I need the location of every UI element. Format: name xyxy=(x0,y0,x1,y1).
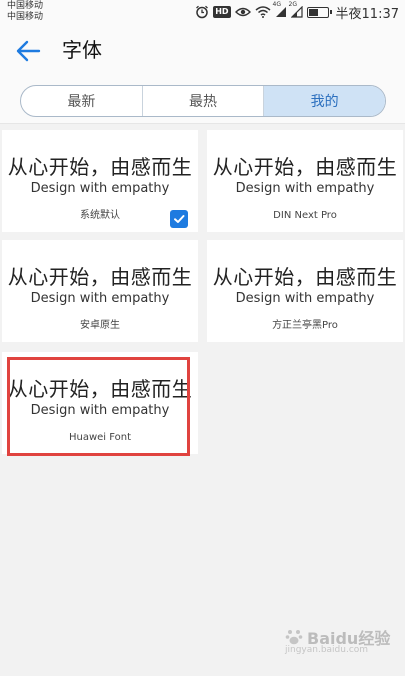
font-preview-chinese: 从心开始，由感而生 xyxy=(7,155,193,179)
hd-badge: HD xyxy=(213,6,231,18)
carrier-label-2: 中国移动 xyxy=(7,12,44,22)
eye-icon xyxy=(234,6,251,18)
checkmark-icon xyxy=(170,210,188,228)
wifi-icon xyxy=(255,6,271,18)
font-card-fangzheng-lanting[interactable]: 从心开始，由感而生 Design with empathy 方正兰亭黑Pro xyxy=(207,240,403,342)
font-preview-english: Design with empathy xyxy=(30,403,170,418)
network-2g-label: 2G xyxy=(288,1,297,8)
font-card-huawei-font[interactable]: 从心开始，由感而生 Design with empathy Huawei Fon… xyxy=(2,352,198,454)
font-name: Huawei Font xyxy=(68,432,132,443)
font-preview-chinese: 从心开始，由感而生 xyxy=(7,265,193,289)
font-preview-english: Design with empathy xyxy=(30,181,170,196)
carrier-label-1: 中国移动 xyxy=(7,1,44,11)
font-card-android-native[interactable]: 从心开始，由感而生 Design with empathy 安卓原生 xyxy=(2,240,198,342)
status-bar: 中国移动 中国移动 HD 4G 2G 半夜11:37 xyxy=(0,0,405,24)
battery-fill xyxy=(308,8,318,16)
arrow-left-icon[interactable] xyxy=(14,37,42,65)
font-name: 系统默认 xyxy=(80,210,120,221)
paw-icon xyxy=(285,630,303,645)
font-card-system-default[interactable]: 从心开始，由感而生 Design with empathy 系统默认 xyxy=(2,130,198,232)
app-header: 字体 xyxy=(0,24,405,78)
alarm-icon xyxy=(195,5,209,19)
font-preview-english: Design with empathy xyxy=(235,291,375,306)
tab-mine[interactable]: 我的 xyxy=(264,86,385,116)
baidu-watermark: Baidu经验 jingyan.baidu.com xyxy=(285,625,390,655)
clock: 半夜11:37 xyxy=(335,6,399,22)
tab-newest[interactable]: 最新 xyxy=(21,86,143,116)
battery-icon xyxy=(306,6,332,18)
font-preview-chinese: 从心开始，由感而生 xyxy=(212,155,398,179)
font-name: 安卓原生 xyxy=(80,320,120,331)
page-title: 字体 xyxy=(62,38,102,62)
tabs-bar: 最新 最热 我的 xyxy=(0,78,405,124)
signal-4g-icon: 4G xyxy=(273,1,287,18)
font-card-din-next-pro[interactable]: 从心开始，由感而生 Design with empathy DIN Next P… xyxy=(207,130,403,232)
font-name: 方正兰亭黑Pro xyxy=(272,320,338,331)
signal-2g-icon: 2G xyxy=(289,1,303,18)
network-4g-label: 4G xyxy=(272,1,281,8)
font-preview-chinese: 从心开始，由感而生 xyxy=(212,265,398,289)
font-preview-english: Design with empathy xyxy=(30,291,170,306)
segmented-tabs: 最新 最热 我的 xyxy=(20,85,386,117)
status-icons: HD 4G 2G 半夜11:37 xyxy=(195,1,399,22)
font-name: DIN Next Pro xyxy=(273,210,337,221)
tab-hottest[interactable]: 最热 xyxy=(143,86,265,116)
watermark-url: jingyan.baidu.com xyxy=(285,645,369,655)
font-preview-english: Design with empathy xyxy=(235,181,375,196)
font-preview-chinese: 从心开始，由感而生 xyxy=(7,377,193,401)
